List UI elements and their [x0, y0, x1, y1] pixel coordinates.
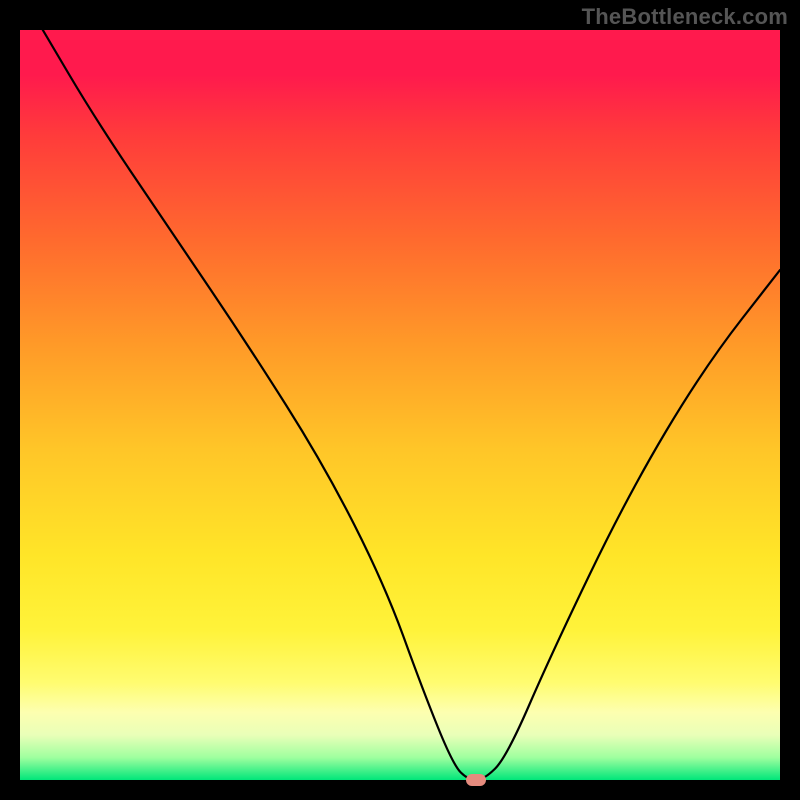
chart-frame: TheBottleneck.com [0, 0, 800, 800]
bottleneck-curve [20, 30, 780, 780]
plot-area [20, 30, 780, 780]
watermark-text: TheBottleneck.com [582, 4, 788, 30]
optimal-marker [466, 774, 486, 786]
